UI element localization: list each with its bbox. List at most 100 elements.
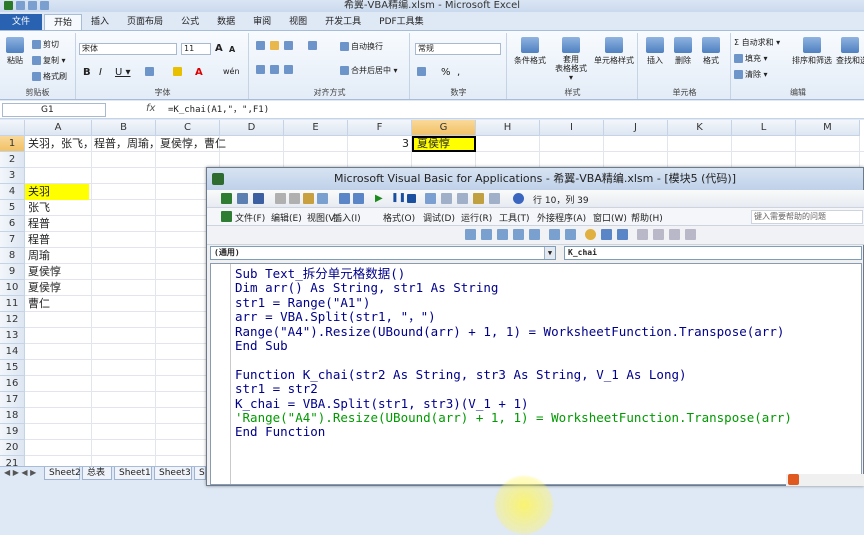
undo-icon[interactable] xyxy=(339,193,350,204)
tab-view[interactable]: 视图 xyxy=(280,14,316,30)
sheet-nav-arrows[interactable]: ◀ ▶ ◀ ▶ xyxy=(4,468,36,477)
code-line[interactable]: End Sub xyxy=(235,338,288,354)
fill-color-button[interactable] xyxy=(173,67,184,76)
toggle-bookmark-icon[interactable] xyxy=(637,229,648,240)
sheet-tab-sheet3[interactable]: Sheet3 xyxy=(154,467,192,480)
complete-word-icon[interactable] xyxy=(529,229,540,240)
toolbox-icon[interactable] xyxy=(489,193,500,204)
cut-button[interactable]: 剪切 xyxy=(32,39,59,50)
comment-block-icon[interactable] xyxy=(601,229,612,240)
row-header-16[interactable]: 16 xyxy=(0,376,25,392)
cell-a8[interactable]: 周瑜 xyxy=(25,248,89,264)
tab-home[interactable]: 开始 xyxy=(44,14,83,30)
format-cells-button[interactable]: 格式 xyxy=(699,37,723,66)
row-header-19[interactable]: 19 xyxy=(0,424,25,440)
redo-icon[interactable] xyxy=(353,193,364,204)
column-header-h[interactable]: H xyxy=(476,120,540,136)
object-combo[interactable]: (通用) ▼ xyxy=(210,246,556,260)
code-line[interactable]: Dim arr() As String, str1 As String xyxy=(235,281,498,296)
row-header-13[interactable]: 13 xyxy=(0,328,25,344)
tab-data[interactable]: 数据 xyxy=(208,14,244,30)
save-icon[interactable] xyxy=(253,193,264,204)
parameter-info-icon[interactable] xyxy=(513,229,524,240)
clear-bookmarks-icon[interactable] xyxy=(685,229,696,240)
paste-button[interactable]: 粘贴 xyxy=(4,37,26,66)
outdent-icon[interactable] xyxy=(565,229,576,240)
cell-f1[interactable]: 3 xyxy=(348,136,412,152)
cell-a10[interactable]: 夏侯惇 xyxy=(25,280,89,296)
comma-button[interactable]: , xyxy=(457,67,460,78)
tab-insert[interactable]: 插入 xyxy=(82,14,118,30)
vbe-menu-item-5[interactable]: 调试(D) xyxy=(423,211,455,224)
align-center-button[interactable] xyxy=(270,65,281,74)
code-line[interactable]: Function K_chai(str2 As String, str3 As … xyxy=(235,367,687,383)
design-mode-icon[interactable] xyxy=(425,193,436,204)
code-line[interactable]: str1 = Range("A1") xyxy=(235,295,370,311)
help-icon[interactable] xyxy=(513,193,524,204)
font-color-button[interactable]: A xyxy=(195,67,203,78)
column-header-b[interactable]: B xyxy=(92,120,156,136)
border-button[interactable] xyxy=(145,67,156,76)
copy-button[interactable]: 复制 ▾ xyxy=(32,55,66,66)
column-header-a[interactable]: A xyxy=(25,120,92,136)
row-header-7[interactable]: 7 xyxy=(0,232,25,248)
column-header-l[interactable]: L xyxy=(732,120,796,136)
column-header-c[interactable]: C xyxy=(156,120,220,136)
toggle-breakpoint-icon[interactable] xyxy=(585,229,596,240)
row-header-3[interactable]: 3 xyxy=(0,168,25,184)
format-painter-button[interactable]: 格式刷 xyxy=(32,71,67,82)
row-header-15[interactable]: 15 xyxy=(0,360,25,376)
vbe-menu-item-9[interactable]: 窗口(W) xyxy=(593,211,627,224)
vbe-menu-item-1[interactable]: 编辑(E) xyxy=(271,211,302,224)
tab-page-layout[interactable]: 页面布局 xyxy=(118,14,172,30)
quick-info-icon[interactable] xyxy=(497,229,508,240)
code-line[interactable]: End Function xyxy=(235,425,325,440)
row-header-18[interactable]: 18 xyxy=(0,408,25,424)
font-size-combo[interactable]: 11 xyxy=(181,43,211,55)
sheet-tab-sheet1[interactable]: Sheet1 xyxy=(114,467,152,480)
chevron-down-icon[interactable]: ▼ xyxy=(544,247,555,259)
row-header-8[interactable]: 8 xyxy=(0,248,25,264)
wrap-text-button[interactable]: 自动换行 xyxy=(340,41,383,52)
view-excel-icon[interactable] xyxy=(221,193,232,204)
sheet-tab-s[interactable]: S xyxy=(194,467,206,480)
vbe-menu-item-6[interactable]: 运行(R) xyxy=(461,211,492,224)
help-search-input[interactable]: 键入需要帮助的问题 xyxy=(751,210,863,224)
stop-icon[interactable] xyxy=(407,194,416,203)
row-header-4[interactable]: 4 xyxy=(0,184,25,200)
cell-a5[interactable]: 张飞 xyxy=(25,200,89,216)
fill-button[interactable]: 填充 ▾ xyxy=(734,53,768,64)
row-header-1[interactable]: 1 xyxy=(0,136,25,152)
shrink-font-button[interactable]: A xyxy=(229,45,235,54)
sheet-tab-总表[interactable]: 总表 xyxy=(82,467,112,480)
vbe-menu-item-4[interactable]: 格式(O) xyxy=(383,211,415,224)
list-properties-icon[interactable] xyxy=(465,229,476,240)
align-right-button[interactable] xyxy=(284,65,295,74)
align-top-button[interactable] xyxy=(256,41,267,50)
list-constants-icon[interactable] xyxy=(481,229,492,240)
select-all-corner[interactable] xyxy=(0,120,25,136)
code-line[interactable]: Range("A4").Resize(UBound(arr) + 1, 1) =… xyxy=(235,324,784,340)
format-as-table-button[interactable]: 套用 表格格式 ▾ xyxy=(552,37,590,82)
indent-icon[interactable] xyxy=(549,229,560,240)
row-header-5[interactable]: 5 xyxy=(0,200,25,216)
cell-styles-button[interactable]: 单元格样式 xyxy=(592,37,636,66)
pinyin-button[interactable]: wén xyxy=(223,67,240,76)
tab-pdf-tools[interactable]: PDF工具集 xyxy=(370,14,433,30)
code-editor[interactable]: Sub Text_拆分单元格数据() Dim arr() As String, s… xyxy=(210,263,862,535)
quick-access-toolbar[interactable] xyxy=(4,1,49,10)
code-line[interactable]: arr = VBA.Split(str1, "，") xyxy=(235,310,436,325)
insert-cells-button[interactable]: 插入 xyxy=(643,37,667,66)
orientation-button[interactable] xyxy=(308,41,319,50)
project-explorer-icon[interactable] xyxy=(441,193,452,204)
column-header-g[interactable]: G xyxy=(412,120,476,136)
cell-a11[interactable]: 曹仁 xyxy=(25,296,89,312)
code-margin[interactable] xyxy=(211,264,231,484)
save-icon[interactable] xyxy=(16,1,25,10)
uncomment-block-icon[interactable] xyxy=(617,229,628,240)
column-header-k[interactable]: K xyxy=(668,120,732,136)
next-bookmark-icon[interactable] xyxy=(653,229,664,240)
row-header-2[interactable]: 2 xyxy=(0,152,25,168)
vbe-menu-item-3[interactable]: 插入(I) xyxy=(333,211,361,224)
properties-icon[interactable] xyxy=(457,193,468,204)
